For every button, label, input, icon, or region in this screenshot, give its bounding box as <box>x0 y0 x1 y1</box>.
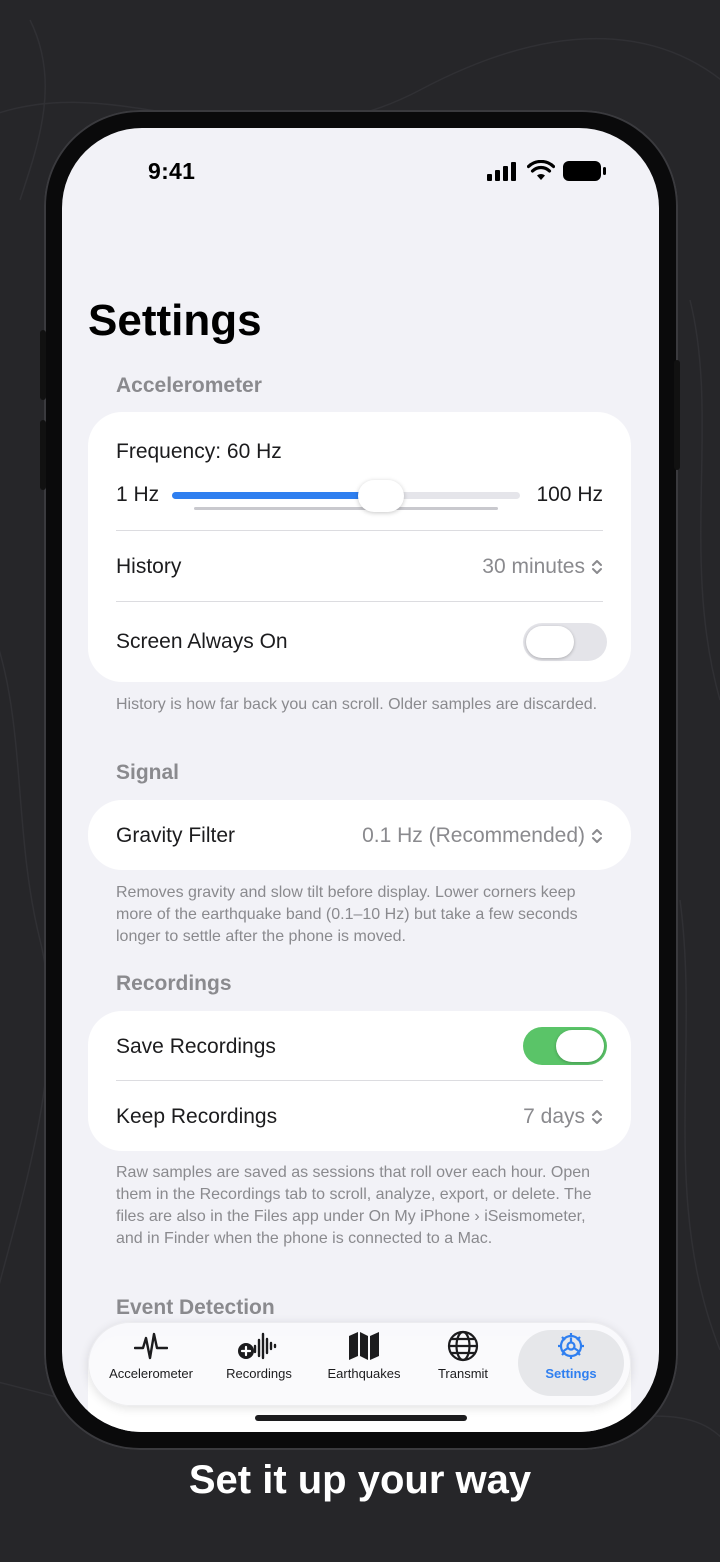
section-header-accelerometer: Accelerometer <box>116 374 262 397</box>
slider-track-shadow <box>194 507 498 510</box>
toggle-knob <box>526 626 574 658</box>
battery-icon <box>563 161 606 181</box>
screen-always-on-toggle[interactable] <box>523 623 607 661</box>
recording-waveform-icon <box>238 1332 277 1360</box>
page-title: Settings <box>88 296 262 345</box>
recordings-card: Save Recordings Keep Recordings 7 days <box>88 1011 631 1151</box>
toggle-knob <box>556 1030 604 1062</box>
accelerometer-card: Frequency: 60 Hz 1 Hz 100 Hz History 30 … <box>88 412 631 682</box>
status-bar: 9:41 <box>62 128 659 218</box>
tab-label: Settings <box>545 1366 597 1381</box>
frequency-slider-fill <box>172 492 381 499</box>
globe-icon <box>447 1330 479 1362</box>
status-time: 9:41 <box>148 158 196 184</box>
gear-icon <box>558 1333 584 1359</box>
tab-transmit[interactable]: Transmit <box>410 1330 516 1396</box>
tab-label: Accelerometer <box>109 1366 193 1381</box>
phone-volume-button <box>40 330 46 400</box>
screen-always-on-row: Screen Always On <box>88 602 631 682</box>
save-recordings-label: Save Recordings <box>116 1035 276 1058</box>
slider-min-label: 1 Hz <box>116 483 160 506</box>
map-icon <box>349 1332 379 1360</box>
tab-bar: Accelerometer Recordings Earthquakes Tra… <box>88 1322 631 1406</box>
save-recordings-row: Save Recordings <box>88 1011 631 1081</box>
cellular-signal-icon <box>487 162 516 181</box>
slider-max-label: 100 Hz <box>536 483 603 506</box>
keep-recordings-value: 7 days <box>523 1105 603 1129</box>
history-value: 30 minutes <box>482 555 603 579</box>
section-header-event-detection: Event Detection <box>116 1296 275 1319</box>
phone-side-button <box>674 360 680 470</box>
wifi-icon <box>527 160 555 180</box>
gravity-filter-label: Gravity Filter <box>116 824 236 847</box>
phone-volume-button <box>40 420 46 490</box>
tab-label: Transmit <box>437 1366 489 1381</box>
keep-recordings-row[interactable]: Keep Recordings 7 days <box>88 1081 631 1151</box>
section-header-recordings: Recordings <box>116 972 232 995</box>
history-label: History <box>116 555 182 578</box>
tab-label: Recordings <box>226 1366 292 1381</box>
signal-card: Gravity Filter 0.1 Hz (Recommended) <box>88 800 631 870</box>
gravity-filter-row[interactable]: Gravity Filter 0.1 Hz (Recommended) <box>88 800 631 870</box>
chevron-up-down-icon <box>592 829 602 843</box>
save-recordings-toggle[interactable] <box>523 1027 607 1065</box>
section-header-signal: Signal <box>116 761 180 784</box>
chevron-up-down-icon <box>592 1110 602 1124</box>
tab-settings[interactable]: Settings <box>518 1330 624 1396</box>
recordings-footnote: Raw samples are saved as sessions that r… <box>116 1164 592 1247</box>
waveform-pulse-icon <box>134 1332 168 1360</box>
frequency-slider-thumb[interactable] <box>357 480 404 512</box>
tab-earthquakes[interactable]: Earthquakes <box>311 1330 417 1396</box>
tab-recordings[interactable]: Recordings <box>206 1330 312 1396</box>
gravity-filter-value-text: 0.1 Hz (Recommended) <box>362 824 585 847</box>
accelerometer-footnote: History is how far back you can scroll. … <box>116 696 598 713</box>
signal-footnote: Removes gravity and slow tilt before dis… <box>116 884 578 945</box>
phone-screen: 9:41 Settings Accelerometer Frequency: 6… <box>62 128 659 1432</box>
gravity-filter-value: 0.1 Hz (Recommended) <box>362 824 603 848</box>
history-row[interactable]: History 30 minutes <box>88 531 631 601</box>
promo-caption: Set it up your way <box>188 1458 532 1502</box>
frequency-label: Frequency: 60 Hz <box>116 440 282 463</box>
home-indicator <box>255 1415 467 1421</box>
chevron-up-down-icon <box>592 560 602 574</box>
screen-always-on-label: Screen Always On <box>116 630 288 653</box>
status-icons <box>487 160 607 182</box>
tab-label: Earthquakes <box>327 1366 401 1381</box>
tab-accelerometer[interactable]: Accelerometer <box>98 1330 204 1396</box>
keep-recordings-label: Keep Recordings <box>116 1105 278 1128</box>
keep-recordings-value-text: 7 days <box>523 1105 585 1128</box>
history-value-text: 30 minutes <box>482 555 585 578</box>
